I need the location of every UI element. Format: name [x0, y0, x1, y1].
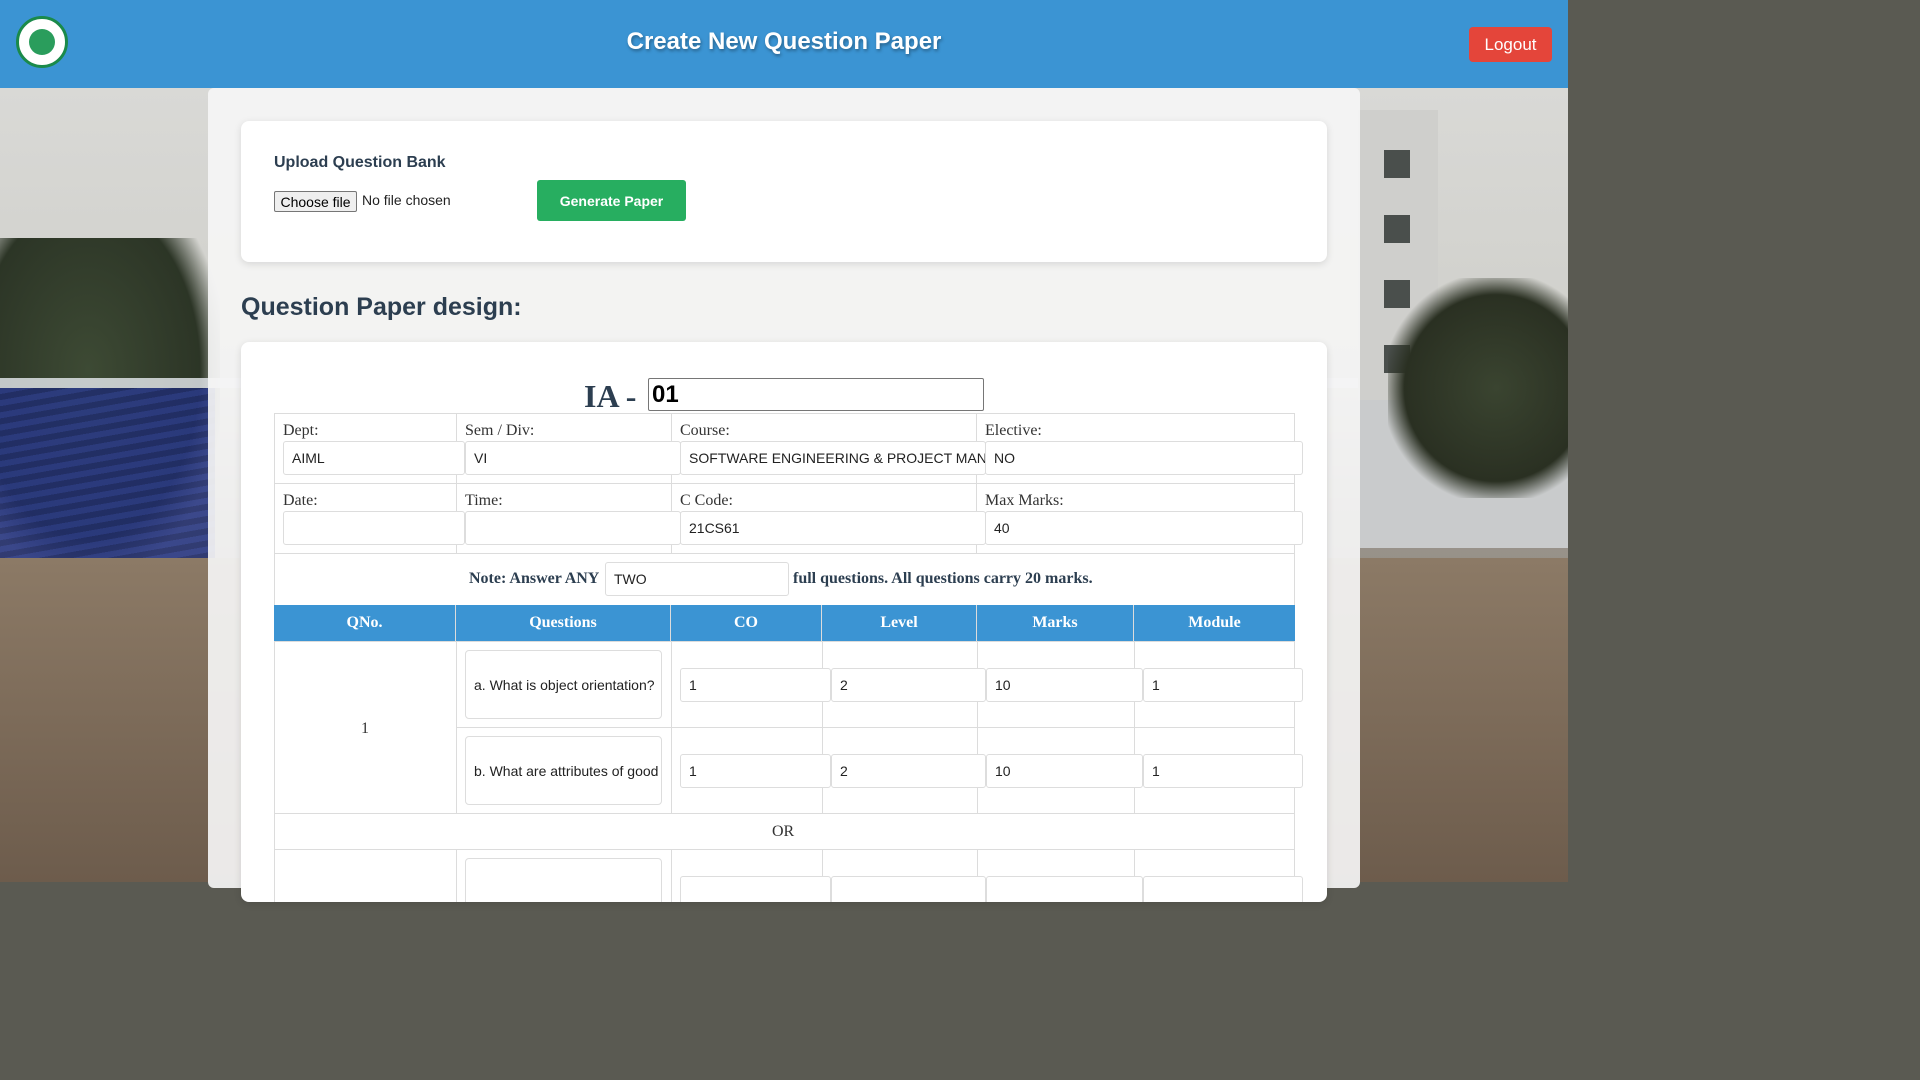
max-marks-field[interactable]: 40	[985, 511, 1303, 545]
choose-file-button[interactable]: Choose file	[274, 191, 357, 212]
question-1b-co[interactable]: 1	[680, 754, 831, 788]
question-1b-text[interactable]: b. What are attributes of good	[465, 736, 662, 805]
or-separator: OR	[772, 823, 795, 840]
page-title: Create New Question Paper	[626, 28, 942, 55]
sem-div-field[interactable]: VI	[465, 441, 681, 475]
col-questions: Questions	[456, 605, 671, 641]
note-prefix: Note: Answer ANY	[469, 570, 600, 587]
time-field[interactable]	[465, 511, 681, 545]
ia-label: IA -	[584, 378, 637, 414]
col-level: Level	[822, 605, 977, 641]
question-1b-marks[interactable]: 10	[986, 754, 1143, 788]
dept-field[interactable]: AIML	[283, 441, 465, 475]
col-qno: QNo.	[274, 605, 456, 641]
max-marks-label: Max Marks:	[985, 492, 1064, 509]
course-field[interactable]: SOFTWARE ENGINEERING & PROJECT MAN	[680, 441, 986, 475]
question-1a-co[interactable]: 1	[680, 668, 831, 702]
question-2a-module[interactable]	[1143, 876, 1303, 902]
time-label: Time:	[465, 492, 503, 509]
date-label: Date:	[283, 492, 318, 509]
dept-label: Dept:	[283, 422, 319, 439]
generate-paper-button[interactable]: Generate Paper	[537, 180, 686, 221]
main-container: Upload Question Bank Choose file No file…	[208, 88, 1360, 902]
col-co: CO	[671, 605, 822, 641]
paper-grid: Dept: Sem / Div: Course: Elective: AIML …	[274, 413, 1303, 902]
question-1a-marks[interactable]: 10	[986, 668, 1143, 702]
course-label: Course:	[680, 422, 730, 439]
question-2a-level[interactable]	[831, 876, 986, 902]
question-1b-module[interactable]: 1	[1143, 754, 1303, 788]
top-bar: Create New Question Paper Logout	[0, 0, 1568, 88]
col-module: Module	[1134, 605, 1295, 641]
question-1a-module[interactable]: 1	[1143, 668, 1303, 702]
note-count-field[interactable]: TWO	[605, 562, 789, 596]
question-1b-level[interactable]: 2	[831, 754, 986, 788]
ccode-label: C Code:	[680, 492, 733, 509]
upload-card: Upload Question Bank Choose file No file…	[241, 121, 1327, 262]
file-status: No file chosen	[362, 192, 451, 208]
question-paper-card: IA - Dept: Sem / Div: Course: Elective: …	[241, 342, 1327, 902]
elective-label: Elective:	[985, 422, 1042, 439]
upload-title: Upload Question Bank	[274, 154, 446, 171]
question-number: 1	[361, 720, 369, 737]
col-marks: Marks	[977, 605, 1134, 641]
sem-div-label: Sem / Div:	[465, 422, 535, 439]
logout-button[interactable]: Logout	[1469, 27, 1552, 62]
design-heading: Question Paper design:	[241, 293, 522, 321]
question-2a-marks[interactable]	[986, 876, 1143, 902]
question-1a-level[interactable]: 2	[831, 668, 986, 702]
ccode-field[interactable]: 21CS61	[680, 511, 986, 545]
question-2a-co[interactable]	[680, 876, 831, 902]
note-suffix: full questions. All questions carry 20 m…	[793, 570, 1093, 587]
question-2a-text[interactable]	[465, 858, 662, 902]
question-1a-text[interactable]: a. What is object orientation?	[465, 650, 662, 719]
ia-number-input[interactable]	[648, 378, 984, 411]
date-field[interactable]	[283, 511, 465, 545]
elective-field[interactable]: NO	[985, 441, 1303, 475]
